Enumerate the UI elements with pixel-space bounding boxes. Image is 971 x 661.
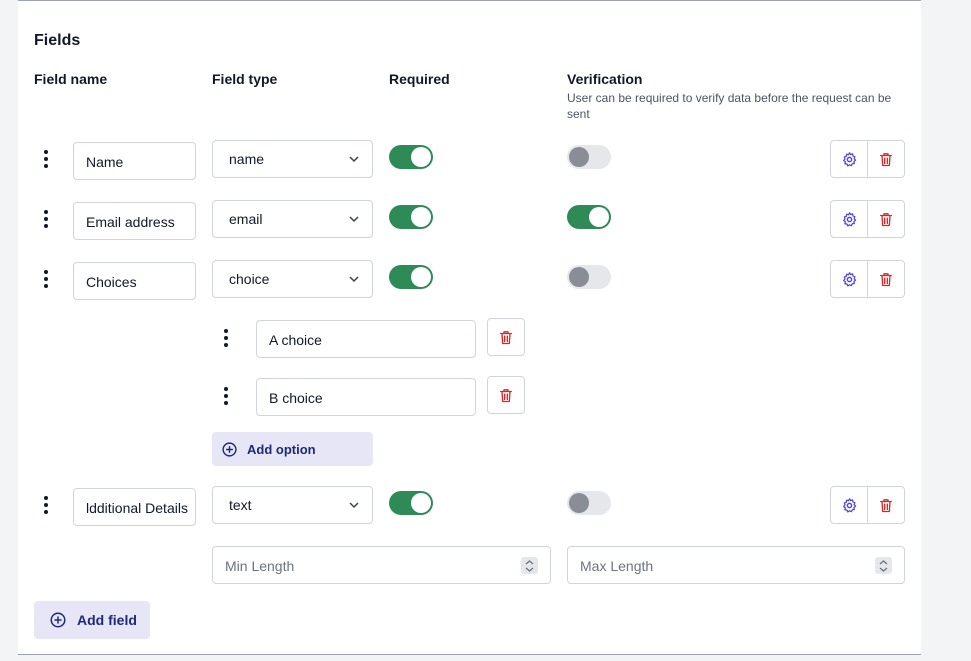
field-name-input[interactable]: ldditional Details: [73, 488, 196, 526]
field-type-select[interactable]: name: [212, 140, 373, 178]
option-delete-button[interactable]: [487, 376, 525, 414]
min-length-placeholder: Min Length: [225, 558, 295, 574]
field-settings-button[interactable]: [831, 201, 867, 237]
gear-icon: [842, 271, 856, 287]
drag-handle-icon[interactable]: [41, 144, 51, 174]
section-title: Fields: [34, 32, 81, 49]
field-type-select[interactable]: choice: [212, 260, 373, 298]
drag-handle-icon[interactable]: [41, 204, 51, 234]
toggle-knob: [411, 207, 431, 227]
column-header-required: Required: [389, 71, 450, 87]
field-type-value: text: [229, 497, 252, 513]
field-row: Name name: [18, 140, 921, 180]
column-header-field-name: Field name: [34, 71, 108, 87]
field-type-value: choice: [229, 271, 270, 287]
fields-panel: Fields Field name Field type Required Ve…: [18, 0, 921, 655]
field-actions: [830, 140, 905, 178]
max-length-placeholder: Max Length: [580, 558, 654, 574]
field-settings-button[interactable]: [831, 261, 867, 297]
chevron-down-icon: [349, 156, 359, 163]
trash-icon: [500, 388, 512, 402]
chevron-down-icon: [349, 216, 359, 223]
option-delete-button[interactable]: [487, 318, 525, 356]
field-delete-button[interactable]: [867, 261, 904, 297]
min-length-input[interactable]: Min Length: [212, 546, 551, 584]
field-actions: [830, 200, 905, 238]
verification-toggle[interactable]: [567, 491, 611, 515]
field-type-value: email: [229, 211, 263, 227]
verification-toggle[interactable]: [567, 265, 611, 289]
required-toggle[interactable]: [389, 205, 433, 229]
field-name-input[interactable]: Email address: [73, 202, 196, 240]
column-header-field-type: Field type: [212, 71, 278, 87]
toggle-knob: [589, 207, 609, 227]
toggle-knob: [569, 267, 589, 287]
field-name-input[interactable]: Choices: [73, 262, 196, 300]
trash-icon: [880, 212, 892, 226]
drag-handle-icon[interactable]: [221, 381, 231, 411]
field-delete-button[interactable]: [867, 487, 904, 523]
field-type-select[interactable]: text: [212, 486, 373, 524]
gear-icon: [842, 497, 856, 513]
field-delete-button[interactable]: [867, 141, 904, 177]
field-actions: [830, 486, 905, 524]
choice-option-input[interactable]: B choice: [256, 378, 476, 416]
required-toggle[interactable]: [389, 145, 433, 169]
required-toggle[interactable]: [389, 491, 433, 515]
gear-icon: [842, 151, 856, 167]
trash-icon: [880, 498, 892, 512]
column-header-verification: Verification: [567, 71, 643, 87]
number-stepper-icon[interactable]: [875, 557, 892, 574]
add-option-button[interactable]: Add option: [212, 432, 373, 466]
field-settings-button[interactable]: [831, 487, 867, 523]
choice-option-row: B choice: [212, 376, 542, 418]
drag-handle-icon[interactable]: [41, 490, 51, 520]
verification-help-text: User can be required to verify data befo…: [567, 91, 892, 121]
field-actions: [830, 260, 905, 298]
field-delete-button[interactable]: [867, 201, 904, 237]
toggle-knob: [411, 493, 431, 513]
required-toggle[interactable]: [389, 265, 433, 289]
field-row: ldditional Details text: [18, 486, 921, 526]
chevron-down-icon: [349, 502, 359, 509]
drag-handle-icon[interactable]: [221, 323, 231, 353]
verification-toggle[interactable]: [567, 145, 611, 169]
gear-icon: [842, 211, 856, 227]
add-option-label: Add option: [247, 441, 316, 457]
choice-option-input[interactable]: A choice: [256, 320, 476, 358]
field-settings-button[interactable]: [831, 141, 867, 177]
field-name-input[interactable]: Name: [73, 142, 196, 180]
plus-circle-icon: [222, 441, 237, 457]
max-length-input[interactable]: Max Length: [567, 546, 905, 584]
verification-toggle[interactable]: [567, 205, 611, 229]
trash-icon: [880, 152, 892, 166]
drag-handle-icon[interactable]: [41, 264, 51, 294]
choice-option-row: A choice: [212, 318, 542, 360]
toggle-knob: [411, 267, 431, 287]
number-stepper-icon[interactable]: [521, 557, 538, 574]
field-type-value: name: [229, 151, 265, 167]
plus-circle-icon: [50, 612, 66, 628]
toggle-knob: [569, 147, 589, 167]
toggle-knob: [411, 147, 431, 167]
trash-icon: [880, 272, 892, 286]
field-row: Email address email: [18, 200, 921, 240]
field-type-select[interactable]: email: [212, 200, 373, 238]
add-field-label: Add field: [77, 612, 137, 628]
toggle-knob: [569, 493, 589, 513]
chevron-down-icon: [349, 276, 359, 283]
add-field-button[interactable]: Add field: [34, 601, 150, 639]
trash-icon: [500, 330, 512, 344]
field-row: Choices choice: [18, 260, 921, 300]
